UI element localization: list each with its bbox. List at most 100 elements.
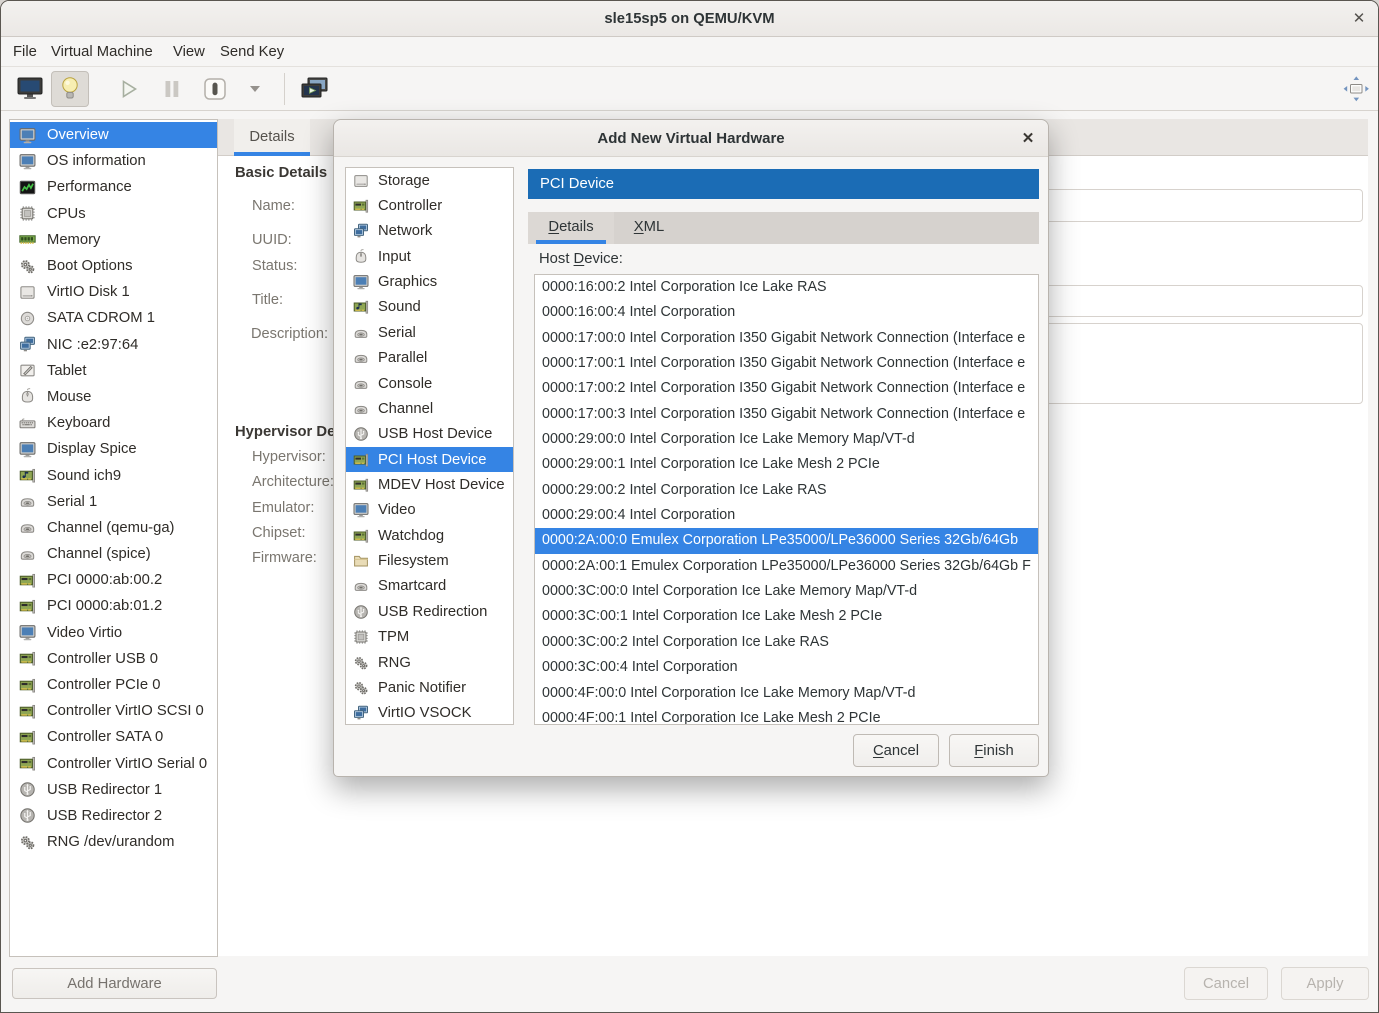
sidebar-item[interactable]: Controller USB 0: [10, 646, 217, 672]
menu-send-key[interactable]: Send Key: [220, 37, 284, 67]
hardware-type-item[interactable]: TPM: [346, 624, 513, 649]
add-hardware-button[interactable]: Add Hardware: [12, 968, 217, 999]
host-device-row[interactable]: 0000:3C:00:0 Intel Corporation Ice Lake …: [535, 579, 1038, 604]
hardware-type-item[interactable]: Video: [346, 498, 513, 523]
virtual-displays-button[interactable]: [297, 71, 331, 107]
keyboard-icon: [19, 415, 36, 432]
run-button[interactable]: [111, 71, 147, 107]
hardware-type-item[interactable]: Storage: [346, 168, 513, 193]
shutdown-dropdown-button[interactable]: [244, 71, 266, 107]
sidebar-item[interactable]: Boot Options: [10, 253, 217, 279]
hardware-type-item[interactable]: VirtIO VSOCK: [346, 701, 513, 725]
sidebar-item[interactable]: Sound ich9: [10, 462, 217, 488]
sidebar-item[interactable]: PCI 0000:ab:01.2: [10, 593, 217, 619]
hardware-type-item[interactable]: Channel: [346, 396, 513, 421]
sidebar-item[interactable]: USB Redirector 2: [10, 803, 217, 829]
hardware-type-item[interactable]: USB Host Device: [346, 422, 513, 447]
hardware-type-item[interactable]: Serial: [346, 320, 513, 345]
host-device-row[interactable]: 0000:17:00:0 Intel Corporation I350 Giga…: [535, 326, 1038, 351]
hardware-type-item[interactable]: Network: [346, 219, 513, 244]
sidebar-item[interactable]: Performance: [10, 174, 217, 200]
host-device-row[interactable]: 0000:3C:00:4 Intel Corporation: [535, 655, 1038, 680]
menu-view[interactable]: View: [173, 37, 205, 67]
sidebar-item[interactable]: SATA CDROM 1: [10, 305, 217, 331]
host-device-row[interactable]: 0000:29:00:4 Intel Corporation: [535, 503, 1038, 528]
hardware-type-item[interactable]: Input: [346, 244, 513, 269]
sidebar-item[interactable]: Channel (spice): [10, 541, 217, 567]
host-device-row[interactable]: 0000:3C:00:2 Intel Corporation Ice Lake …: [535, 630, 1038, 655]
menu-virtual-machine[interactable]: Virtual Machine: [51, 37, 153, 67]
hardware-type-item[interactable]: Console: [346, 371, 513, 396]
dialog-cancel-button[interactable]: Cancel: [853, 734, 939, 767]
sidebar-item[interactable]: Video Virtio: [10, 620, 217, 646]
tab-details[interactable]: Details: [234, 119, 310, 156]
hardware-type-item[interactable]: Graphics: [346, 269, 513, 294]
sidebar-item[interactable]: PCI 0000:ab:00.2: [10, 567, 217, 593]
host-device-row[interactable]: 0000:2A:00:1 Emulex Corporation LPe35000…: [535, 554, 1038, 579]
host-device-row[interactable]: 0000:17:00:3 Intel Corporation I350 Giga…: [535, 402, 1038, 427]
show-console-button[interactable]: [13, 71, 47, 107]
sidebar-item[interactable]: Controller PCIe 0: [10, 672, 217, 698]
apply-button[interactable]: Apply: [1281, 967, 1369, 1000]
hardware-type-item[interactable]: Sound: [346, 295, 513, 320]
host-device-row[interactable]: 0000:3C:00:1 Intel Corporation Ice Lake …: [535, 604, 1038, 629]
sidebar-item[interactable]: Memory: [10, 227, 217, 253]
hardware-type-label: Serial: [378, 325, 416, 341]
host-device-row[interactable]: 0000:29:00:1 Intel Corporation Ice Lake …: [535, 452, 1038, 477]
window-close-icon[interactable]: ✕: [1340, 1, 1378, 37]
titlebar[interactable]: sle15sp5 on QEMU/KVM ✕: [1, 1, 1378, 37]
sidebar-item[interactable]: NIC :e2:97:64: [10, 332, 217, 358]
host-device-row[interactable]: 0000:16:00:4 Intel Corporation: [535, 300, 1038, 325]
cancel-button[interactable]: Cancel: [1184, 967, 1268, 1000]
sidebar-item[interactable]: Controller VirtIO SCSI 0: [10, 698, 217, 724]
host-device-row[interactable]: 0000:4F:00:0 Intel Corporation Ice Lake …: [535, 681, 1038, 706]
sidebar-item[interactable]: Display Spice: [10, 436, 217, 462]
host-device-row[interactable]: 0000:17:00:2 Intel Corporation I350 Giga…: [535, 376, 1038, 401]
panel-title: PCI Device: [528, 169, 1039, 199]
show-details-button[interactable]: [51, 71, 89, 107]
hardware-type-item[interactable]: Watchdog: [346, 523, 513, 548]
sidebar-item[interactable]: CPUs: [10, 201, 217, 227]
hardware-type-item[interactable]: Parallel: [346, 346, 513, 371]
host-device-row[interactable]: 0000:17:00:1 Intel Corporation I350 Giga…: [535, 351, 1038, 376]
dialog-finish-button[interactable]: Finish: [949, 734, 1039, 767]
hardware-type-item[interactable]: RNG: [346, 650, 513, 675]
hardware-type-item[interactable]: Filesystem: [346, 548, 513, 573]
serial-icon: [353, 325, 369, 341]
hardware-type-item[interactable]: Smartcard: [346, 574, 513, 599]
hardware-type-item[interactable]: PCI Host Device: [346, 447, 513, 472]
fullscreen-button[interactable]: [1339, 71, 1373, 107]
dialog-close-icon[interactable]: ✕: [1008, 120, 1048, 157]
sidebar-item[interactable]: Overview: [10, 122, 217, 148]
host-device-row[interactable]: 0000:29:00:2 Intel Corporation Ice Lake …: [535, 478, 1038, 503]
sidebar-item[interactable]: Mouse: [10, 384, 217, 410]
sidebar-item[interactable]: Tablet: [10, 358, 217, 384]
sidebar-item-label: Performance: [47, 179, 132, 195]
menu-file[interactable]: File: [13, 37, 37, 67]
sidebar-item-label: Keyboard: [47, 415, 110, 431]
sidebar-item[interactable]: USB Redirector 1: [10, 777, 217, 803]
dialog-titlebar[interactable]: Add New Virtual Hardware ✕: [334, 120, 1048, 157]
sidebar-item[interactable]: OS information: [10, 148, 217, 174]
tab-xml[interactable]: XML: [614, 212, 684, 244]
sidebar-item[interactable]: Serial 1: [10, 489, 217, 515]
hardware-type-item[interactable]: Panic Notifier: [346, 675, 513, 700]
serial-icon: [19, 493, 36, 510]
sidebar-item[interactable]: Controller SATA 0: [10, 724, 217, 750]
pcicard-icon: [19, 703, 36, 720]
shutdown-button[interactable]: [198, 71, 232, 107]
sidebar-item[interactable]: Keyboard: [10, 410, 217, 436]
hardware-type-item[interactable]: Controller: [346, 193, 513, 218]
sidebar-item[interactable]: Controller VirtIO Serial 0: [10, 751, 217, 777]
sidebar-item[interactable]: VirtIO Disk 1: [10, 279, 217, 305]
host-device-row[interactable]: 0000:4F:00:1 Intel Corporation Ice Lake …: [535, 706, 1038, 725]
sidebar-item-label: Controller USB 0: [47, 651, 158, 667]
host-device-row[interactable]: 0000:2A:00:0 Emulex Corporation LPe35000…: [535, 528, 1038, 553]
hardware-type-item[interactable]: USB Redirection: [346, 599, 513, 624]
host-device-row[interactable]: 0000:29:00:0 Intel Corporation Ice Lake …: [535, 427, 1038, 452]
sidebar-item[interactable]: Channel (qemu-ga): [10, 515, 217, 541]
hardware-type-item[interactable]: MDEV Host Device: [346, 472, 513, 497]
host-device-row[interactable]: 0000:16:00:2 Intel Corporation Ice Lake …: [535, 275, 1038, 300]
pause-button[interactable]: [157, 71, 187, 107]
sidebar-item[interactable]: RNG /dev/urandom: [10, 829, 217, 855]
